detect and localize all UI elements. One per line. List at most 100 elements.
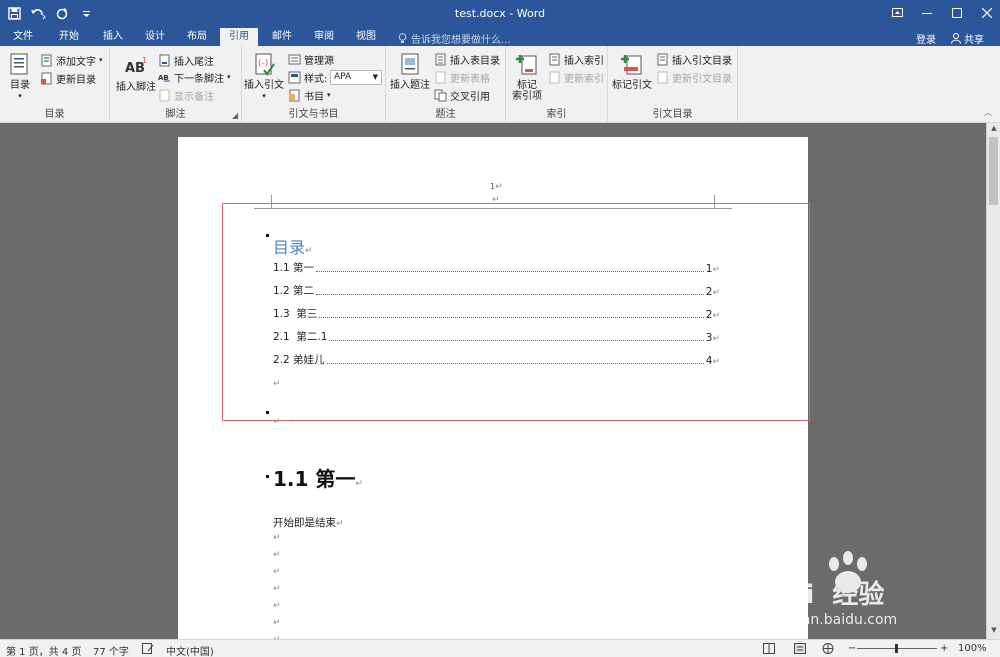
restore-icon[interactable]: [944, 0, 970, 26]
manage-sources-button[interactable]: 管理源: [288, 51, 334, 67]
minimize-icon[interactable]: [914, 0, 940, 26]
paragraph-mark: ↵: [273, 601, 281, 611]
mark-citation-icon: [621, 55, 642, 75]
document-page[interactable]: 1↵ ↵ 目录↵ 1.1 第一 1 ↵ 1.2 第二 2 ↵ 1.3 第三 2 ↵ 2.1 …: [178, 137, 810, 639]
tab-home[interactable]: 开始: [48, 28, 90, 46]
paragraph-mark: ↵: [273, 417, 281, 427]
style-control: 样式:: [288, 69, 327, 85]
zoom-level[interactable]: 100%: [958, 643, 987, 654]
tab-layout[interactable]: 布局: [176, 28, 218, 46]
update-index-button[interactable]: 更新索引: [548, 69, 604, 85]
print-layout-icon[interactable]: [794, 643, 806, 657]
bibliography-button[interactable]: 书目 ▾: [288, 87, 331, 103]
collapse-ribbon-icon[interactable]: ︿: [984, 107, 992, 118]
insert-toa-button[interactable]: 插入引文目录: [656, 51, 732, 67]
group-index: 标记 索引项 插入索引 更新索引 索引: [506, 46, 608, 123]
update-toa-button[interactable]: 更新引文目录: [656, 69, 732, 85]
zoom-out-icon[interactable]: −: [848, 643, 856, 654]
tab-references[interactable]: 引用: [220, 28, 258, 46]
update-toa-icon: [657, 71, 668, 83]
close-icon[interactable]: [974, 0, 1000, 26]
update-toc-button[interactable]: 更新目录: [40, 70, 96, 86]
word-count[interactable]: 77 个字: [93, 643, 129, 657]
window-controls: [880, 0, 1000, 26]
insert-endnote-label: 插入尾注: [174, 56, 214, 68]
scrollbar-thumb[interactable]: [989, 137, 998, 205]
toc-entry[interactable]: 2.2 弟娃儿 4 ↵: [273, 353, 720, 367]
tab-insert[interactable]: 插入: [92, 28, 134, 46]
insert-footnote-button[interactable]: AB 1 插入脚注: [114, 54, 158, 93]
paragraph-bullet: [266, 475, 269, 478]
toc-entry-label: 2.2 弟娃儿: [273, 354, 325, 366]
heading-1[interactable]: 1.1 第一↵: [273, 463, 363, 492]
toc-entry[interactable]: 1.3 第三 2 ↵: [273, 307, 720, 321]
footnotes-dialog-launcher-icon[interactable]: ◢: [232, 111, 238, 120]
proofing-icon[interactable]: [142, 643, 154, 657]
insert-toa-label: 插入引文目录: [672, 55, 732, 67]
update-table-icon: [435, 71, 446, 83]
web-layout-icon[interactable]: [822, 643, 834, 657]
tab-file[interactable]: 文件: [0, 28, 46, 46]
mark-entry-button[interactable]: 标记 索引项: [508, 52, 546, 102]
show-notes-button[interactable]: 显示备注: [158, 87, 214, 103]
bibliography-label: 书目: [304, 91, 324, 103]
toc-title[interactable]: 目录↵: [273, 234, 313, 258]
window-title: test.docx - Word: [454, 7, 546, 20]
paragraph-mark: ↵: [273, 550, 281, 560]
footnote-icon: AB1: [125, 56, 147, 76]
read-mode-icon[interactable]: [763, 643, 775, 657]
show-notes-label: 显示备注: [174, 91, 214, 103]
share-button[interactable]: 共享: [951, 31, 984, 46]
toc-entry-label: 1.3 第三: [273, 308, 318, 320]
next-footnote-button[interactable]: AB 下一条脚注 ▾: [158, 69, 231, 85]
page-count[interactable]: 第 1 页，共 4 页: [6, 643, 81, 657]
toc-entry[interactable]: 1.1 第一 1 ↵: [273, 261, 720, 275]
paragraph-mark: ↵: [273, 379, 281, 389]
tab-mailings[interactable]: 邮件: [262, 28, 302, 46]
person-icon: [951, 33, 961, 44]
share-label: 共享: [964, 35, 984, 46]
toc-button[interactable]: 目录 ▾: [6, 52, 34, 102]
toc-entry[interactable]: 2.1 第二.1 3 ↵: [273, 330, 720, 344]
ribbon-display-options-icon[interactable]: [884, 0, 910, 26]
paragraph-bullet: [266, 234, 269, 237]
insert-citation-button[interactable]: (-) 插入引文 ▾: [244, 52, 284, 102]
toc-entry-page: 3: [705, 332, 713, 344]
tab-view[interactable]: 视图: [346, 28, 386, 46]
mark-entry-label-2: 索引项: [512, 91, 542, 102]
baidu-watermark: Bai 经验 jingyan.baidu.com: [768, 551, 948, 630]
insert-endnote-button[interactable]: 插入尾注: [158, 52, 214, 68]
insert-caption-button[interactable]: 插入题注: [388, 52, 432, 91]
login-link[interactable]: 登录: [916, 31, 936, 46]
group-toa: 标记引文 插入引文目录 更新引文目录 引文目录: [608, 46, 738, 123]
insert-tof-icon: [435, 53, 446, 65]
cross-reference-button[interactable]: 交叉引用: [434, 87, 490, 103]
insert-index-button[interactable]: 插入索引: [548, 51, 604, 67]
toc-entry-label: 1.1 第一: [273, 262, 315, 274]
update-table-button[interactable]: 更新表格: [434, 69, 490, 85]
update-table-label: 更新表格: [450, 73, 490, 85]
zoom-slider-thumb[interactable]: [895, 644, 898, 653]
mark-citation-button[interactable]: 标记引文: [610, 52, 654, 91]
update-toa-label: 更新引文目录: [672, 73, 732, 85]
zoom-in-icon[interactable]: +: [940, 643, 948, 654]
mark-entry-icon: [516, 55, 537, 75]
vertical-scrollbar[interactable]: ▲ ▼: [986, 123, 1000, 639]
scroll-up-icon[interactable]: ▲: [987, 124, 1000, 136]
insert-citation-icon: (-): [255, 53, 275, 76]
update-toc-icon: [41, 72, 52, 84]
scroll-down-icon[interactable]: ▼: [987, 626, 1000, 638]
toc-entry[interactable]: 1.2 第二 2 ↵: [273, 284, 720, 298]
toc-label: 目录: [10, 80, 30, 91]
insert-tof-button[interactable]: 插入表目录: [434, 51, 500, 67]
insert-caption-icon: [401, 53, 419, 75]
toc-entry-page: 2: [705, 286, 713, 298]
add-text-button[interactable]: 添加文字 ▾: [40, 52, 103, 68]
insert-index-icon: [549, 53, 560, 65]
tab-design[interactable]: 设计: [134, 28, 176, 46]
language[interactable]: 中文(中国): [166, 643, 214, 657]
tell-me-box[interactable]: 告诉我您想要做什么...: [398, 31, 511, 46]
tab-review[interactable]: 审阅: [304, 28, 344, 46]
style-select[interactable]: APA ▼: [330, 70, 382, 85]
body-paragraph[interactable]: 开始即是结束↵: [273, 515, 344, 530]
